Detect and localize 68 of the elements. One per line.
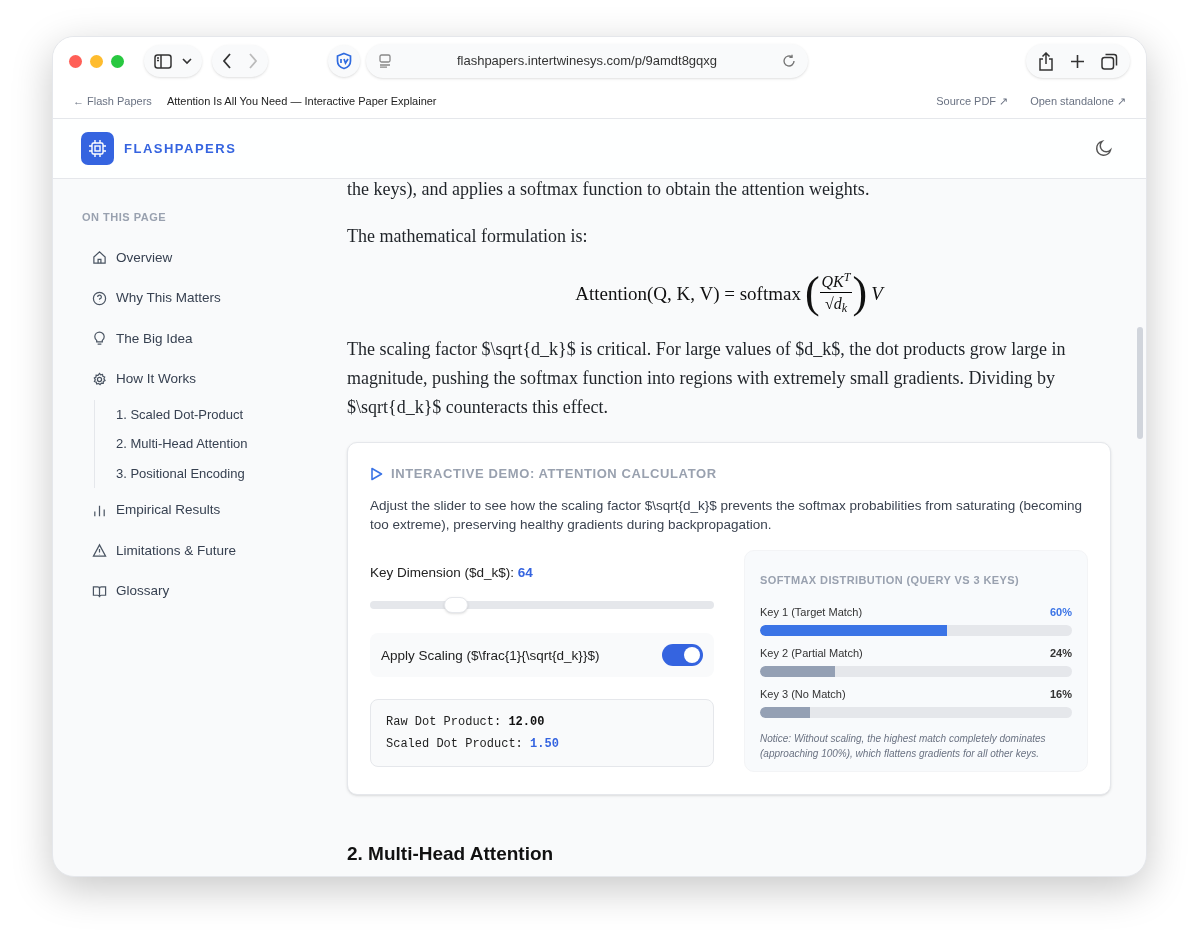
result-label: Raw Dot Product: [386, 715, 502, 729]
address-bar[interactable]: flashpapers.intertwinesys.com/p/9amdt8gqxg [366, 44, 808, 78]
shield-extension-button[interactable] [328, 45, 360, 77]
sidebar-item[interactable]: Limitations & Future [82, 530, 296, 571]
close-button[interactable] [69, 54, 82, 68]
plus-icon[interactable] [1070, 53, 1085, 69]
section-heading: 2. Multi-Head Attention [347, 842, 555, 866]
sidebar-item[interactable]: Why This Matters [82, 278, 296, 319]
url-text: flashpapers.intertwinesys.com/p/9amdt8gqxg [455, 52, 719, 71]
formula-text: Attention(Q, K, V) = softmax [575, 281, 801, 306]
page-icon [378, 54, 392, 68]
sidebar-item[interactable]: The Big Idea [82, 318, 296, 359]
question-icon [92, 290, 107, 306]
result-value: 12.00 [508, 715, 545, 729]
chevron-down-icon [182, 57, 192, 65]
home-icon [92, 250, 107, 266]
play-icon [370, 467, 383, 481]
demo-description: Adjust the slider to see how the scaling factor $\sqrt{d_k}$ prevents the softmax probabilities from saturating (becoming too extreme), preserving healthy gradients during backpropagation. [370, 497, 1084, 534]
shield-icon [335, 52, 353, 70]
sidebar-subitem[interactable]: 1. Scaled Dot-Product [116, 399, 296, 429]
key-percentage: 60% [1049, 605, 1072, 619]
sidebar-heading: ON THIS PAGE [82, 210, 168, 225]
source-pdf-link[interactable]: Source PDF ↗ [936, 93, 1009, 110]
key-label: Key 1 (Target Match) [760, 605, 863, 619]
scaling-label: Apply Scaling ($\frac{1}{\sqrt{d_k}}$) [381, 646, 600, 665]
formula-numerator: QK$^{T}$ [819, 271, 853, 293]
sidebar-subitem[interactable]: 2. Multi-Head Attention [116, 429, 296, 459]
key-percentage: 16% [1049, 687, 1072, 701]
formula-text: V [871, 281, 883, 306]
page-title: Attention Is All You Need — Interactive Paper Explainer [166, 94, 437, 110]
reload-icon[interactable] [782, 54, 796, 68]
open-standalone-link[interactable]: Open standalone ↗ [1030, 93, 1126, 110]
body-paragraph: The scaling factor $\sqrt{d_k}$ is critical. For large values of $d_k$, the dot products grow large in magnitude, pushing the softmax function into regions with extremely small gradients. Dividing by $\sqrt{d_k}$ counteracts this effect. [347, 338, 1067, 419]
warning-icon [92, 543, 107, 559]
sidebar-subitem[interactable]: 3. Positional Encoding [116, 458, 296, 488]
formula-denominator: √d$_{k}$ [824, 293, 848, 315]
slider-label: Key Dimension ($d_k$): [370, 565, 515, 580]
back-icon[interactable] [222, 53, 232, 69]
chip-icon [88, 139, 107, 158]
key-label: Key 2 (Partial Match) [760, 646, 863, 660]
tabs-icon[interactable] [1101, 52, 1118, 70]
distribution-note: Notice: Without scaling, the highest match completely dominates (approaching 100%), which flattens gradients for all other keys. [760, 732, 1047, 761]
slider-thumb[interactable] [444, 597, 468, 613]
result-value: 1.50 [530, 737, 559, 751]
key-label: Key 3 (No Match) [760, 687, 846, 701]
moon-icon[interactable] [1095, 140, 1112, 157]
share-icon[interactable] [1038, 51, 1054, 71]
body-paragraph: The mathematical formulation is: [347, 225, 589, 248]
distribution-title: SOFTMAX DISTRIBUTION (QUERY VS 3 KEYS) [760, 573, 1021, 588]
sidebar-item[interactable]: Empirical Results [82, 490, 296, 531]
sidebar-icon [154, 53, 172, 69]
sidebar-toggle-button[interactable] [144, 45, 202, 77]
formula-paren: ) [852, 268, 868, 318]
body-paragraph: the keys), and applies a softmax function to obtain the attention weights. [347, 178, 871, 201]
scaling-toggle[interactable] [662, 644, 703, 666]
gear-icon [92, 371, 107, 387]
lightbulb-icon [92, 331, 107, 347]
logo-text: FLASHPAPERS [124, 139, 237, 158]
slider-value: 64 [517, 565, 533, 580]
sidebar-item[interactable]: Glossary [82, 571, 296, 612]
result-label: Scaled Dot Product: [386, 737, 523, 751]
sidebar-item[interactable]: Overview [82, 237, 296, 278]
key-percentage: 24% [1049, 646, 1072, 660]
formula-paren: ( [804, 268, 820, 318]
demo-title: INTERACTIVE DEMO: ATTENTION CALCULATOR [391, 465, 717, 483]
sidebar-item[interactable]: How It Works [82, 359, 296, 400]
book-icon [92, 583, 107, 599]
back-link[interactable]: ← Flash Papers [73, 93, 152, 110]
